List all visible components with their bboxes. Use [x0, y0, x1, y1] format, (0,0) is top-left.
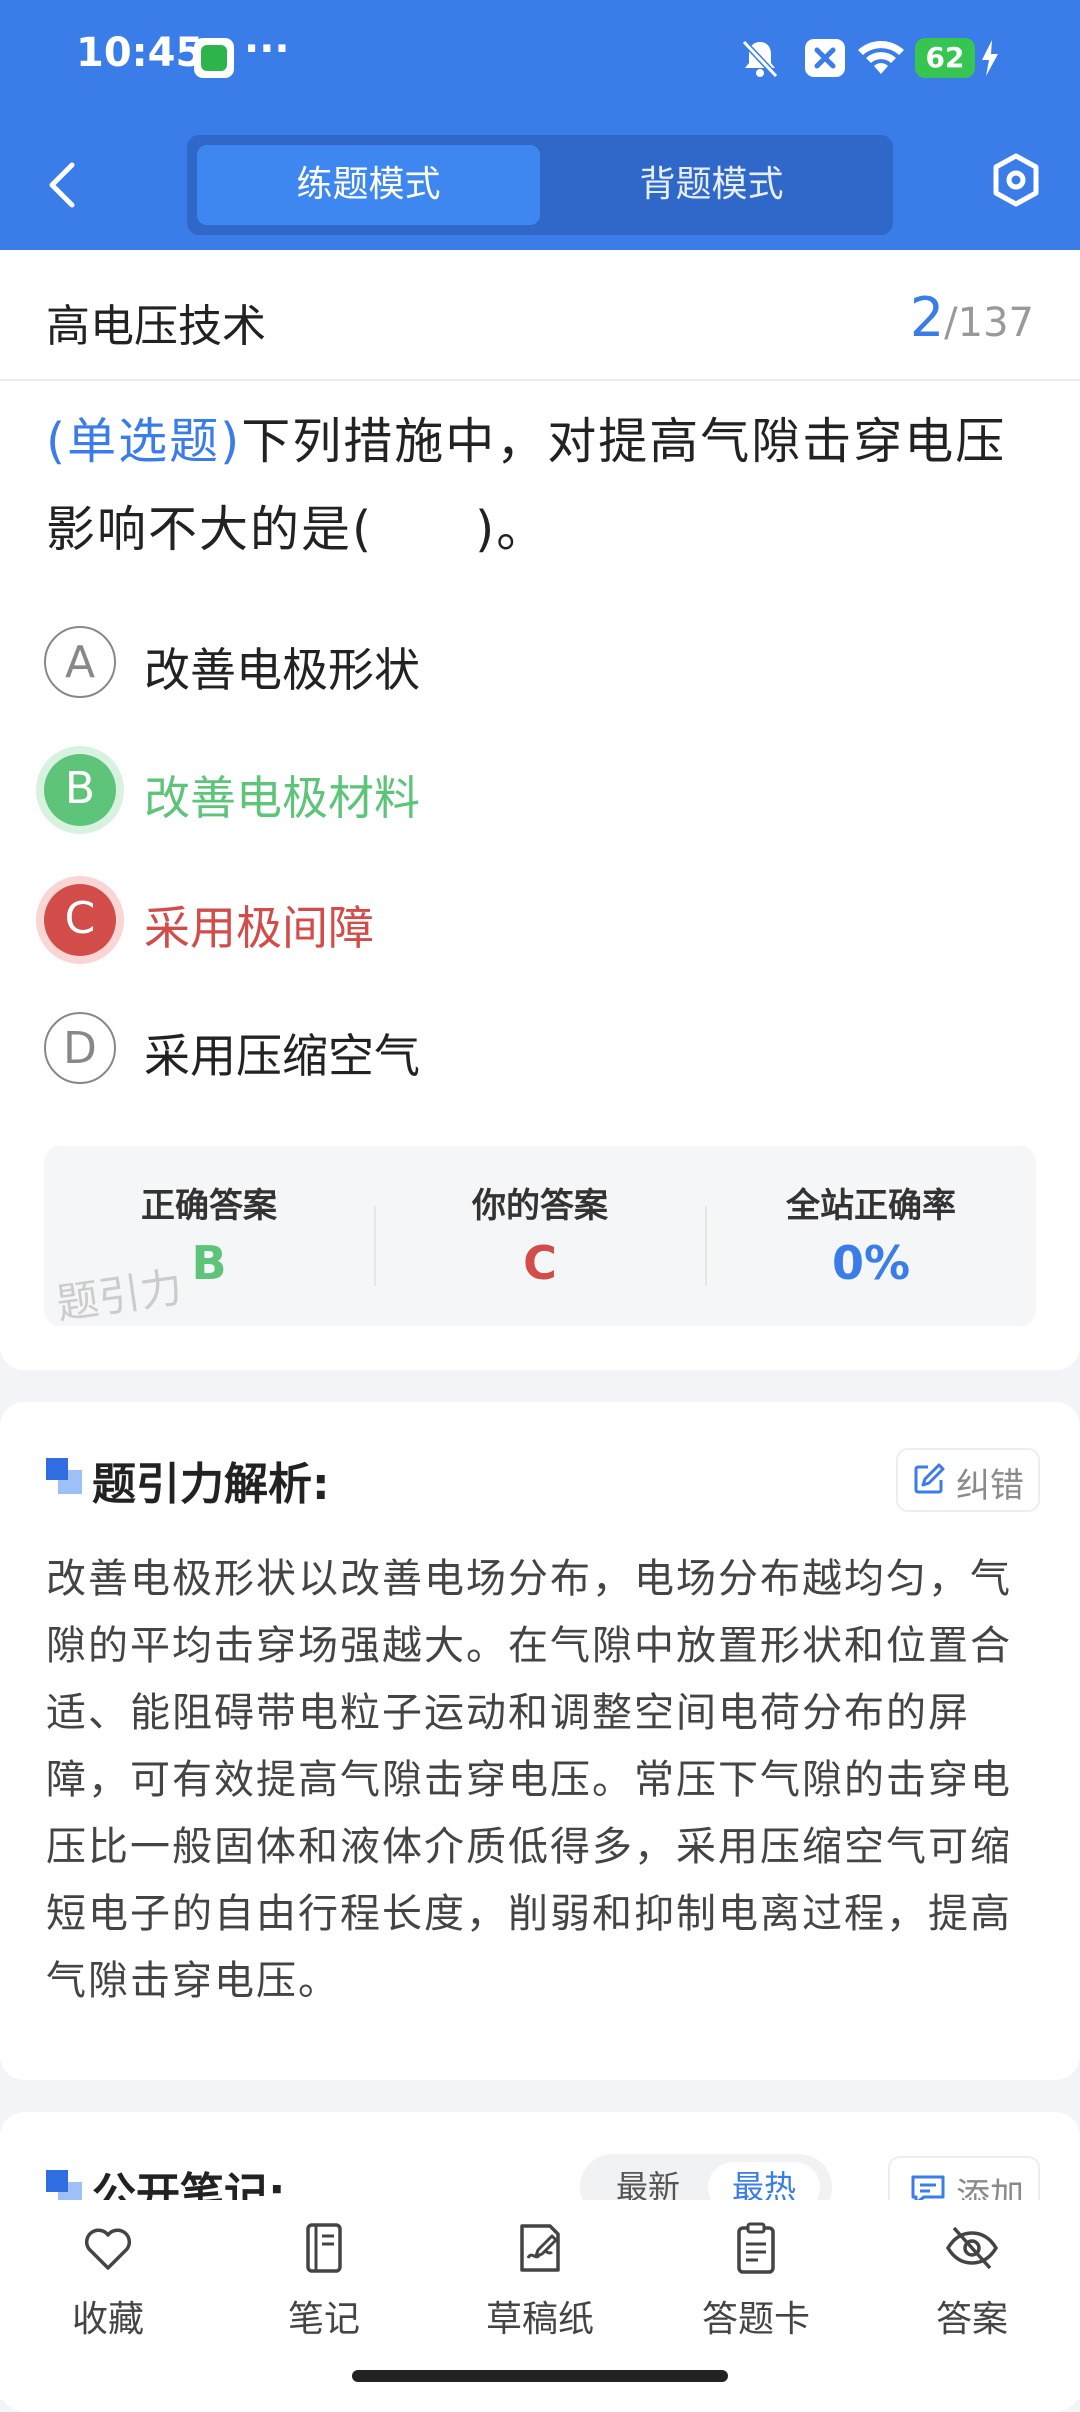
your-answer-label: 你的答案 [472, 1186, 608, 1226]
nav-draft[interactable]: 草稿纸 [450, 2220, 630, 2370]
mode-switch: 练题模式 背题模式 [187, 135, 893, 235]
home-indicator[interactable] [352, 2370, 728, 2382]
nav-label: 草稿纸 [485, 2299, 594, 2340]
heart-icon [84, 2228, 132, 2270]
report-error-label: 纠错 [956, 1466, 1024, 1506]
option-letter: D [44, 1012, 116, 1084]
nav-label: 笔记 [287, 2299, 360, 2340]
answer-card-icon [737, 2222, 775, 2274]
option-a[interactable]: A 改善电极形状 [44, 626, 1034, 716]
draft-paper-icon [520, 2224, 560, 2272]
analysis-text: 改善电极形状以改善电场分布，电场分布越均匀，气隙的平均击穿场强越大。在气隙中放置… [46, 1556, 1012, 2004]
accuracy-col: 全站正确率 0% [706, 1146, 1036, 1326]
option-b[interactable]: B 改善电极材料 [44, 754, 1034, 844]
tab-practice-mode[interactable]: 练题模式 [197, 145, 540, 225]
eye-off-icon [945, 2226, 999, 2270]
nav-label: 答案 [935, 2299, 1008, 2340]
option-d[interactable]: D 采用压缩空气 [44, 1012, 1034, 1102]
notebook-icon [306, 2223, 342, 2273]
option-letter: C [44, 884, 116, 956]
report-error-button[interactable]: 纠错 [896, 1448, 1040, 1512]
tab-recite-mode[interactable]: 背题模式 [540, 145, 883, 225]
nav-label: 答题卡 [701, 2299, 810, 2340]
close-box-icon [805, 39, 845, 77]
option-text: 改善电极形状 [144, 643, 420, 697]
nav-label: 收藏 [71, 2299, 144, 2340]
question-progress: 2/137 [910, 286, 1034, 349]
question-type: (单选题) [46, 413, 242, 470]
option-text: 采用极间障 [144, 901, 374, 955]
analysis-title: 题引力解析: [92, 1459, 330, 1510]
progress-current: 2 [909, 286, 945, 349]
app-icon-inner [201, 45, 227, 71]
option-letter: B [44, 754, 116, 826]
nav-answer-card[interactable]: 答题卡 [666, 2220, 846, 2370]
accuracy-label: 全站正确率 [786, 1186, 956, 1226]
status-time: 10:45 [76, 30, 204, 76]
app-notification-icon [194, 38, 234, 78]
nav-favorite[interactable]: 收藏 [18, 2220, 198, 2370]
correct-answer-label: 正确答案 [141, 1186, 277, 1226]
wifi-icon [858, 41, 904, 74]
option-c[interactable]: C 采用极间障 [44, 884, 1034, 974]
edit-icon [914, 1463, 945, 1494]
your-answer-col: 你的答案 C [375, 1146, 705, 1326]
section-square-icon [46, 1458, 82, 1494]
charging-icon [982, 40, 998, 76]
header-divider [0, 379, 1080, 381]
accuracy-value: 0% [831, 1236, 911, 1290]
question-text: (单选题)下列措施中，对提高气隙击穿电压影响不大的是( )。 [46, 398, 1036, 574]
your-answer-value: C [523, 1236, 557, 1290]
subject-title: 高电压技术 [46, 301, 266, 352]
settings-icon[interactable] [988, 150, 1044, 210]
more-notifications-icon: ··· [244, 26, 290, 72]
nav-notes[interactable]: 笔记 [234, 2220, 414, 2370]
option-letter: A [44, 626, 116, 698]
option-text: 改善电极材料 [144, 771, 420, 825]
mute-bell-icon [741, 39, 779, 79]
battery-indicator: 62 [915, 38, 975, 78]
option-text: 采用压缩空气 [144, 1029, 420, 1083]
back-icon[interactable] [38, 155, 88, 215]
answer-summary: 正确答案 B 你的答案 C 全站正确率 0% [44, 1146, 1036, 1326]
nav-answer[interactable]: 答案 [882, 2220, 1062, 2370]
progress-total: /137 [944, 300, 1034, 346]
